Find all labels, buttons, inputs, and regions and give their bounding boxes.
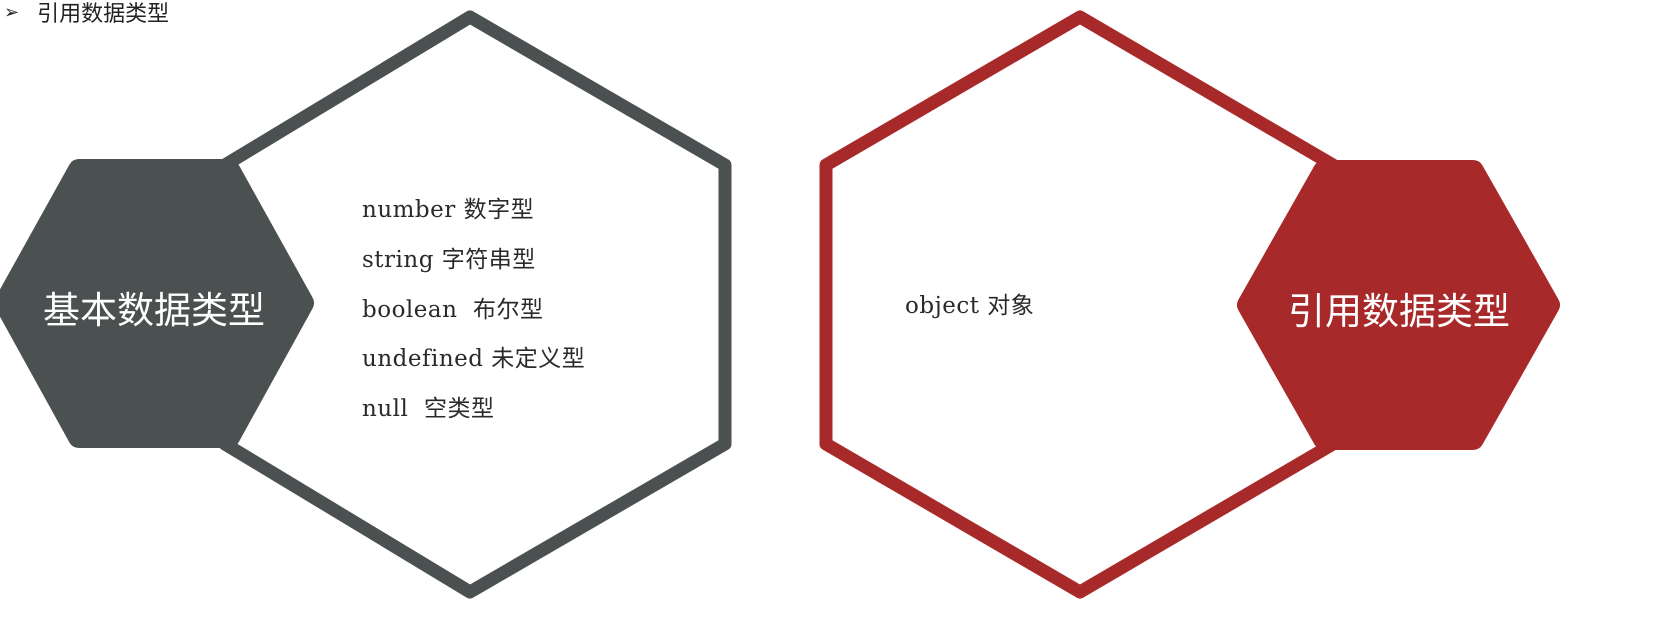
basic-types-list: number 数字型 string 字符串型 boolean 布尔型 undef… (362, 188, 585, 437)
list-item: number 数字型 (362, 197, 535, 223)
basic-types-title: 基本数据类型 (43, 289, 265, 332)
slide: ➢ 引用数据类型 基本数据类型 引用数据类型 number 数字型 string… (0, 0, 1663, 641)
list-item: string 字符串型 (362, 246, 536, 273)
list-item: undefined 未定义型 (362, 346, 586, 373)
list-item: null 空类型 (362, 396, 495, 423)
reference-types-title: 引用数据类型 (1288, 290, 1510, 333)
reference-types-item: object 对象 (905, 293, 1035, 319)
list-item: boolean 布尔型 (362, 296, 544, 323)
